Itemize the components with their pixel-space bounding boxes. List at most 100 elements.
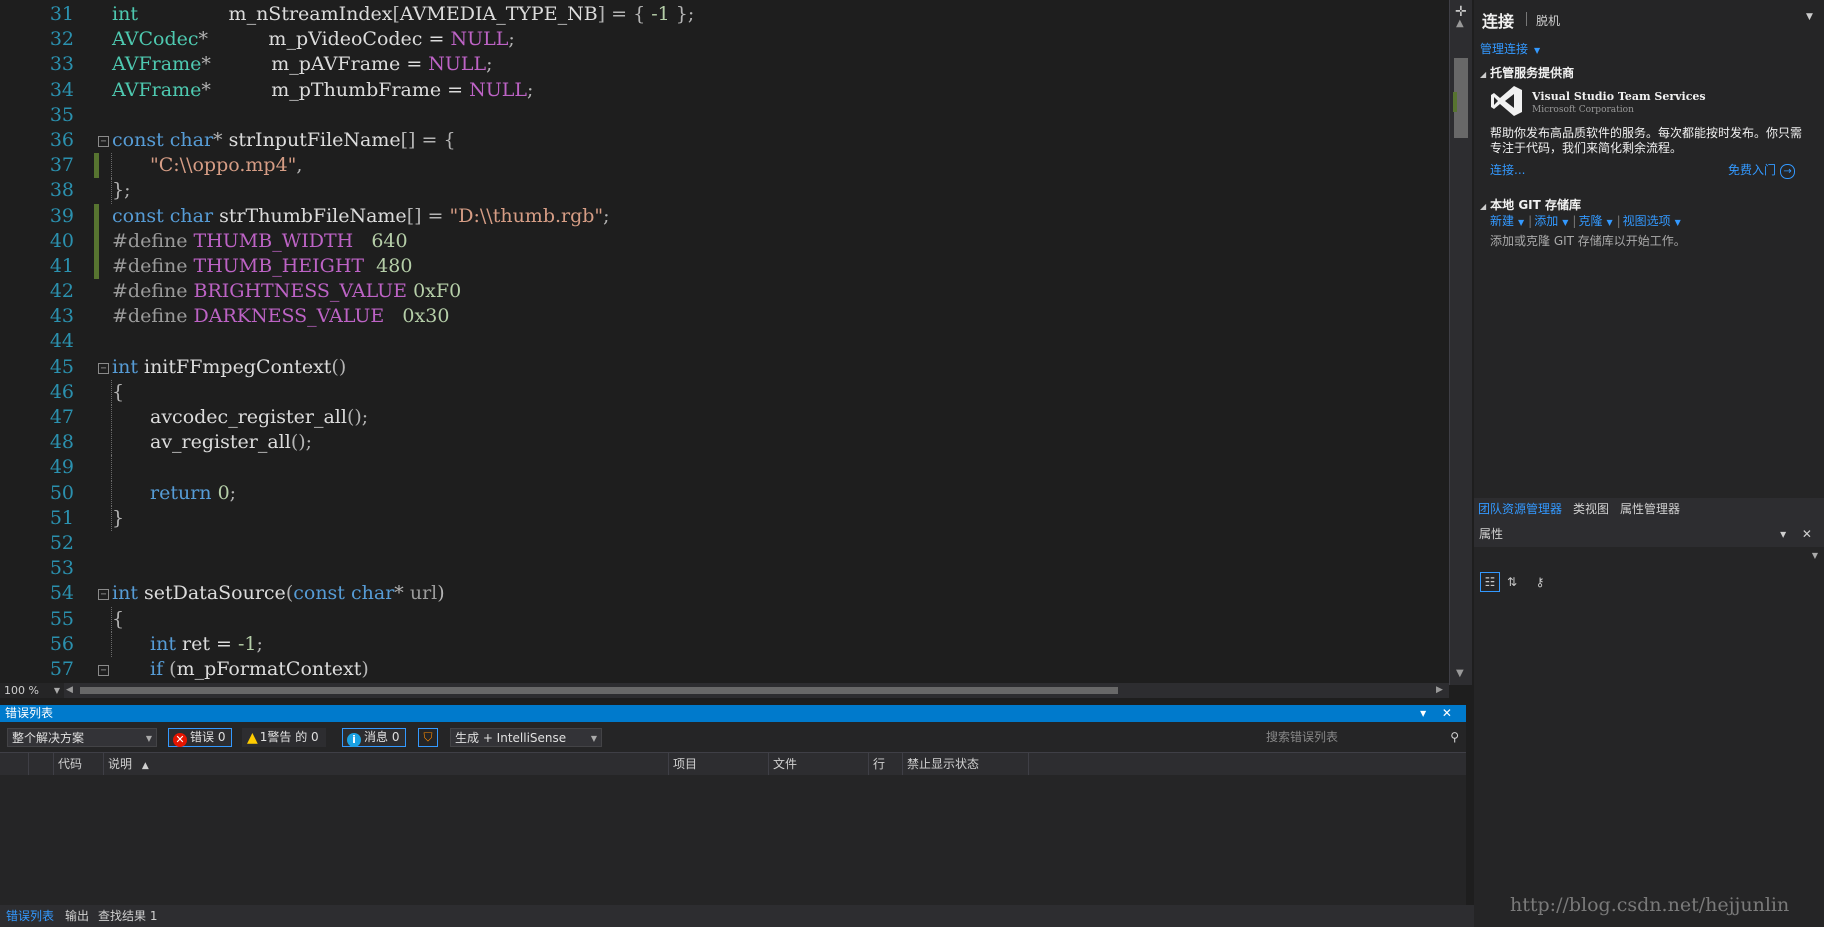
code-line[interactable]: 32 AVCodec* m_pVideoCodec = NULL; — [0, 27, 1450, 52]
code-line[interactable]: 31 int m_nStreamIndex[AVMEDIA_TYPE_NB] = … — [0, 2, 1450, 27]
git-add-link[interactable]: 添加 — [1534, 214, 1558, 228]
chevron-down-icon[interactable]: ▼ — [1806, 12, 1813, 22]
code-token: m_pFormatContext — [176, 657, 362, 680]
warnings-filter-button[interactable]: ▲ 1警告 的 0 — [242, 728, 326, 747]
scroll-right-icon[interactable]: ▶ — [1436, 683, 1443, 698]
code-line[interactable]: 40 #define THUMB_WIDTH 640 — [0, 228, 1450, 254]
panel-controls[interactable]: ▾ ✕ — [1420, 705, 1458, 722]
code-line[interactable]: 43 #define DARKNESS_VALUE 0x30 — [0, 304, 1450, 329]
get-started-free-label: 免费入门 — [1728, 163, 1777, 177]
sort-alphabetical-icon[interactable]: ⇅ — [1502, 572, 1522, 592]
tab-error-list[interactable]: 错误列表 — [6, 905, 54, 927]
code-line[interactable]: 35 — [0, 103, 1450, 128]
scope-select[interactable]: 整个解决方案 ▼ — [7, 728, 157, 747]
build-filter-select[interactable]: 生成 + IntelliSense ▼ — [450, 728, 602, 747]
code-line[interactable]: 49 — [0, 455, 1450, 481]
error-list-title-bar[interactable]: 错误列表 ▾ ✕ — [0, 705, 1466, 722]
column-project[interactable]: 项目 — [668, 753, 769, 775]
scroll-up-icon[interactable]: ▲ — [1456, 18, 1464, 29]
git-section-title: 本地 GIT 存储库 — [1490, 198, 1582, 212]
fold-toggle-icon[interactable] — [98, 589, 109, 601]
scroll-down-icon[interactable]: ▼ — [1456, 668, 1464, 679]
code-line[interactable]: 37 "C:\\oppo.mp4", — [0, 153, 1450, 179]
fold-toggle-icon[interactable] — [98, 135, 109, 147]
filter-icon[interactable]: ⛉ — [418, 728, 438, 747]
messages-filter-button[interactable]: i 消息 0 — [342, 728, 407, 747]
code-lines[interactable]: 31 int m_nStreamIndex[AVMEDIA_TYPE_NB] = … — [0, 2, 1450, 682]
code-line[interactable]: 51} — [0, 505, 1450, 531]
code-line[interactable]: 44 — [0, 329, 1450, 354]
code-token: int — [112, 582, 138, 605]
search-icon[interactable]: ⚲ — [1450, 728, 1459, 747]
fold-toggle-icon[interactable] — [98, 362, 109, 374]
connect-link[interactable]: 连接... — [1490, 161, 1525, 178]
chevron-down-icon[interactable]: ▼ — [1675, 218, 1681, 227]
tab-class-view[interactable]: 类视图 — [1573, 498, 1609, 520]
code-line[interactable]: 47 avcodec_register_all(); — [0, 405, 1450, 431]
code-token: #define — [112, 305, 188, 328]
fold-toggle-icon[interactable] — [98, 664, 109, 676]
column-line[interactable]: 行 — [868, 753, 903, 775]
tab-team-explorer[interactable]: 团队资源管理器 — [1478, 498, 1562, 520]
chevron-down-icon[interactable]: ▼ — [1606, 218, 1612, 227]
code-token: const — [112, 204, 164, 227]
code-line[interactable]: 34 AVFrame* m_pThumbFrame = NULL; — [0, 78, 1450, 103]
h-scroll-thumb[interactable] — [80, 687, 1118, 694]
get-started-free-link[interactable]: 免费入门 → — [1728, 161, 1796, 179]
code-text: int initFFmpegContext() — [112, 355, 346, 380]
code-line[interactable]: 46 { — [0, 379, 1450, 405]
code-line[interactable]: 54 int setDataSource(const char* url) — [0, 581, 1450, 606]
code-line[interactable]: 53 — [0, 556, 1450, 581]
error-list-body[interactable] — [0, 775, 1466, 905]
git-clone-link[interactable]: 克隆 — [1578, 214, 1602, 228]
code-editor[interactable]: 31 int m_nStreamIndex[AVMEDIA_TYPE_NB] = … — [0, 0, 1472, 698]
error-search-input[interactable]: 搜索错误列表 ⚲ — [1266, 728, 1463, 747]
code-line[interactable]: 41 #define THUMB_HEIGHT 480 — [0, 253, 1450, 280]
change-marker — [94, 253, 99, 280]
chevron-down-icon[interactable]: ▼ — [1518, 218, 1524, 227]
properties-title-bar[interactable]: 属性 ▾ ✕ — [1474, 522, 1824, 547]
code-token: const — [293, 582, 345, 605]
manage-connections-link[interactable]: 管理连接 ▼ — [1480, 40, 1540, 57]
horizontal-scrollbar[interactable]: 100 % ▼ ◀ ▶ — [0, 683, 1449, 698]
chevron-down-icon: ▼ — [145, 734, 152, 743]
tab-output[interactable]: 输出 — [65, 905, 89, 927]
code-line[interactable]: 56 int ret = -1; — [0, 631, 1450, 657]
vertical-scrollbar[interactable]: ✛ ▲ ▼ — [1449, 0, 1472, 685]
code-line[interactable]: 55 { — [0, 606, 1450, 632]
code-line[interactable]: 45 int initFFmpegContext() — [0, 355, 1450, 380]
code-line[interactable]: 33 AVFrame* m_pAVFrame = NULL; — [0, 52, 1450, 77]
column-file[interactable]: 文件 — [768, 753, 873, 775]
property-pages-icon[interactable]: ⚷ — [1530, 572, 1550, 592]
panel-controls[interactable]: ▾ ✕ — [1780, 522, 1818, 547]
code-line[interactable]: 42 #define BRIGHTNESS_VALUE 0xF0 — [0, 279, 1450, 304]
git-new-link[interactable]: 新建 — [1490, 214, 1514, 228]
chevron-down-icon[interactable]: ▼ — [1562, 218, 1568, 227]
tab-property-manager[interactable]: 属性管理器 — [1620, 498, 1680, 520]
code-token: ; — [527, 78, 534, 101]
code-token: * — [201, 53, 211, 76]
indent-guide — [111, 430, 112, 456]
column-code[interactable]: 代码 — [53, 753, 104, 775]
git-section-header[interactable]: ◢ 本地 GIT 存储库 — [1480, 196, 1581, 213]
categorized-icon[interactable]: ☷ — [1480, 572, 1500, 592]
errors-filter-button[interactable]: ✕ 错误 0 — [168, 728, 233, 747]
code-line[interactable]: 48 av_register_all(); — [0, 430, 1450, 456]
scroll-left-icon[interactable]: ◀ — [66, 683, 73, 698]
git-view-options-link[interactable]: 视图选项 — [1623, 214, 1671, 228]
code-line[interactable]: 50 return 0; — [0, 480, 1450, 506]
code-line[interactable]: 38}; — [0, 178, 1450, 204]
tab-find-results[interactable]: 查找结果 1 — [98, 905, 157, 927]
hosted-section-header[interactable]: ◢ 托管服务提供商 — [1480, 64, 1574, 81]
code-line[interactable]: 39 const char strThumbFileName[] = "D:\\t… — [0, 203, 1450, 229]
line-number: 49 — [49, 456, 74, 479]
code-line[interactable]: 52 — [0, 531, 1450, 556]
line-number: 32 — [49, 28, 74, 51]
code-line[interactable]: 36 const char* strInputFileName[] = { — [0, 128, 1450, 153]
indent-guide — [111, 480, 112, 506]
zoom-select[interactable]: 100 % ▼ — [0, 683, 64, 698]
code-line[interactable]: 57 if (m_pFormatContext) — [0, 657, 1450, 682]
column-description[interactable]: 说明 ▲ — [103, 753, 668, 775]
column-suppression[interactable]: 禁止显示状态 — [902, 753, 1027, 775]
properties-object-select[interactable]: ▼ — [1474, 549, 1824, 567]
